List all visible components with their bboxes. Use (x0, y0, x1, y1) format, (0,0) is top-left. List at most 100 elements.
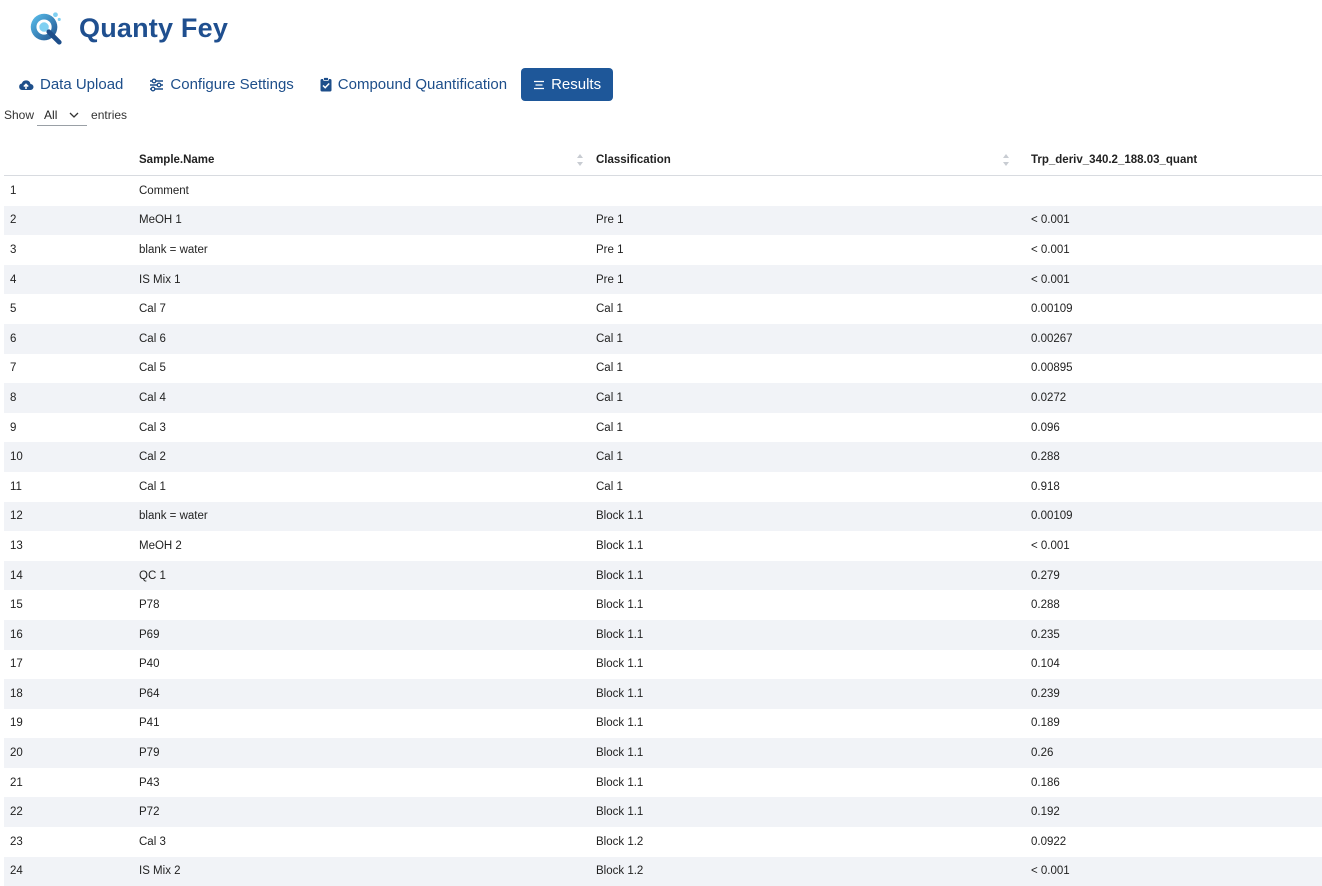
chevron-down-icon (69, 112, 79, 118)
tab-label: Data Upload (40, 76, 123, 93)
table-row[interactable]: 9Cal 3Cal 10.096 (4, 413, 1322, 443)
quant-value-cell (1012, 176, 1322, 206)
table-row[interactable]: 7Cal 5Cal 10.00895 (4, 354, 1322, 384)
classification-cell: Cal 1 (586, 472, 1012, 502)
tab-data-upload[interactable]: Data Upload (6, 68, 135, 101)
sample-name-cell: P41 (139, 709, 586, 739)
column-header-index[interactable] (4, 145, 139, 176)
table-row[interactable]: 6Cal 6Cal 10.00267 (4, 324, 1322, 354)
table-row[interactable]: 3blank = waterPre 1< 0.001 (4, 235, 1322, 265)
table-row[interactable]: 11Cal 1Cal 10.918 (4, 472, 1322, 502)
main-tabs: Data Upload Configure Settings Compound … (6, 68, 615, 101)
classification-cell: Block 1.2 (586, 857, 1012, 886)
column-header-classification[interactable]: Classification (586, 145, 1012, 176)
results-table: Sample.Name Classification Trp_deriv_340… (4, 145, 1322, 886)
classification-cell: Block 1.1 (586, 620, 1012, 650)
tab-configure-settings[interactable]: Configure Settings (137, 68, 305, 101)
table-row[interactable]: 17P40Block 1.10.104 (4, 650, 1322, 680)
sample-name-cell: P79 (139, 738, 586, 768)
sample-name-cell: Cal 3 (139, 827, 586, 857)
sample-name-cell: Cal 4 (139, 383, 586, 413)
row-index-cell: 19 (4, 709, 139, 739)
row-index-cell: 23 (4, 827, 139, 857)
table-row[interactable]: 2MeOH 1Pre 1< 0.001 (4, 206, 1322, 236)
sample-name-cell: P43 (139, 768, 586, 798)
quant-value-cell: 0.279 (1012, 561, 1322, 591)
classification-cell: Cal 1 (586, 324, 1012, 354)
sort-icon (576, 153, 584, 167)
table-row[interactable]: 15P78Block 1.10.288 (4, 590, 1322, 620)
sliders-icon (149, 78, 164, 92)
classification-cell: Cal 1 (586, 383, 1012, 413)
quant-value-cell: 0.288 (1012, 590, 1322, 620)
classification-cell: Block 1.1 (586, 531, 1012, 561)
quant-value-cell: 0.239 (1012, 679, 1322, 709)
classification-cell (586, 176, 1012, 206)
classification-cell: Pre 1 (586, 206, 1012, 236)
row-index-cell: 12 (4, 502, 139, 532)
entries-label: entries (91, 108, 127, 122)
table-row[interactable]: 16P69Block 1.10.235 (4, 620, 1322, 650)
tab-compound-quantification[interactable]: Compound Quantification (308, 68, 519, 101)
app-title: Quanty Fey (79, 13, 228, 44)
classification-cell: Pre 1 (586, 265, 1012, 295)
column-header-sample-name[interactable]: Sample.Name (139, 145, 586, 176)
quant-value-cell: < 0.001 (1012, 531, 1322, 561)
table-row[interactable]: 23Cal 3Block 1.20.0922 (4, 827, 1322, 857)
classification-cell: Cal 1 (586, 294, 1012, 324)
quant-value-cell: < 0.001 (1012, 857, 1322, 886)
sample-name-cell: Cal 2 (139, 442, 586, 472)
sample-name-cell: P69 (139, 620, 586, 650)
column-header-quant[interactable]: Trp_deriv_340.2_188.03_quant (1012, 145, 1322, 176)
table-row[interactable]: 13MeOH 2Block 1.1< 0.001 (4, 531, 1322, 561)
sample-name-cell: MeOH 1 (139, 206, 586, 236)
row-index-cell: 22 (4, 797, 139, 827)
row-index-cell: 9 (4, 413, 139, 443)
row-index-cell: 14 (4, 561, 139, 591)
table-row[interactable]: 8Cal 4Cal 10.0272 (4, 383, 1322, 413)
row-index-cell: 5 (4, 294, 139, 324)
row-index-cell: 1 (4, 176, 139, 206)
quant-value-cell: < 0.001 (1012, 235, 1322, 265)
row-index-cell: 16 (4, 620, 139, 650)
table-row[interactable]: 18P64Block 1.10.239 (4, 679, 1322, 709)
table-row[interactable]: 1Comment (4, 176, 1322, 206)
table-body: 1Comment2MeOH 1Pre 1< 0.0013blank = wate… (4, 176, 1322, 886)
tab-results[interactable]: Results (521, 68, 613, 101)
app-brand: Quanty Fey (26, 8, 228, 48)
table-row[interactable]: 22P72Block 1.10.192 (4, 797, 1322, 827)
sample-name-cell: Cal 7 (139, 294, 586, 324)
row-index-cell: 13 (4, 531, 139, 561)
row-index-cell: 6 (4, 324, 139, 354)
table-row[interactable]: 10Cal 2Cal 10.288 (4, 442, 1322, 472)
tab-label: Configure Settings (170, 76, 293, 93)
row-index-cell: 10 (4, 442, 139, 472)
row-index-cell: 20 (4, 738, 139, 768)
entries-select[interactable]: All (37, 105, 87, 126)
sample-name-cell: QC 1 (139, 561, 586, 591)
table-row[interactable]: 4IS Mix 1Pre 1< 0.001 (4, 265, 1322, 295)
quant-value-cell: 0.26 (1012, 738, 1322, 768)
classification-cell: Block 1.1 (586, 561, 1012, 591)
table-row[interactable]: 19P41Block 1.10.189 (4, 709, 1322, 739)
quant-value-cell: 0.186 (1012, 768, 1322, 798)
sample-name-cell: blank = water (139, 235, 586, 265)
row-index-cell: 2 (4, 206, 139, 236)
quant-value-cell: < 0.001 (1012, 265, 1322, 295)
table-header-row: Sample.Name Classification Trp_deriv_340… (4, 145, 1322, 176)
table-row[interactable]: 5Cal 7Cal 10.00109 (4, 294, 1322, 324)
classification-cell: Block 1.1 (586, 502, 1012, 532)
list-icon (533, 80, 545, 90)
sort-icon (1002, 153, 1010, 167)
row-index-cell: 18 (4, 679, 139, 709)
table-row[interactable]: 24IS Mix 2Block 1.2< 0.001 (4, 857, 1322, 886)
quant-value-cell: 0.00109 (1012, 502, 1322, 532)
table-row[interactable]: 21P43Block 1.10.186 (4, 768, 1322, 798)
table-row[interactable]: 12blank = waterBlock 1.10.00109 (4, 502, 1322, 532)
sample-name-cell: P78 (139, 590, 586, 620)
table-length-control: Show All entries (4, 104, 127, 126)
row-index-cell: 11 (4, 472, 139, 502)
table-row[interactable]: 20P79Block 1.10.26 (4, 738, 1322, 768)
table-row[interactable]: 14QC 1Block 1.10.279 (4, 561, 1322, 591)
quant-value-cell: < 0.001 (1012, 206, 1322, 236)
